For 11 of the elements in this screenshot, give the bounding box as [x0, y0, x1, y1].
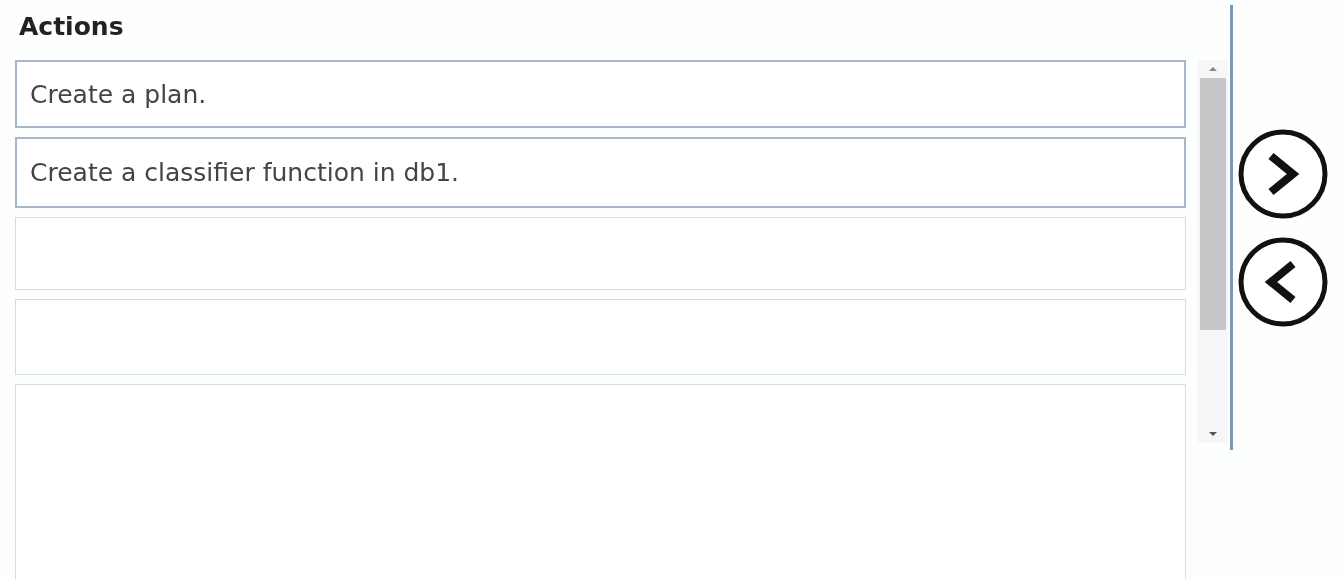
scroll-thumb[interactable]	[1200, 78, 1226, 330]
chevron-left-icon	[1237, 236, 1329, 328]
move-right-button[interactable]	[1237, 128, 1329, 220]
scroll-down-icon[interactable]	[1208, 431, 1218, 437]
scroll-up-icon[interactable]	[1208, 66, 1218, 72]
section-heading: Actions	[19, 12, 125, 43]
move-left-button[interactable]	[1237, 236, 1329, 328]
action-item[interactable]: Create a plan.	[15, 60, 1186, 128]
action-item[interactable]: Create a classifier function in db1.	[15, 137, 1186, 208]
chevron-right-icon	[1237, 128, 1329, 220]
scrollbar[interactable]	[1198, 60, 1228, 443]
